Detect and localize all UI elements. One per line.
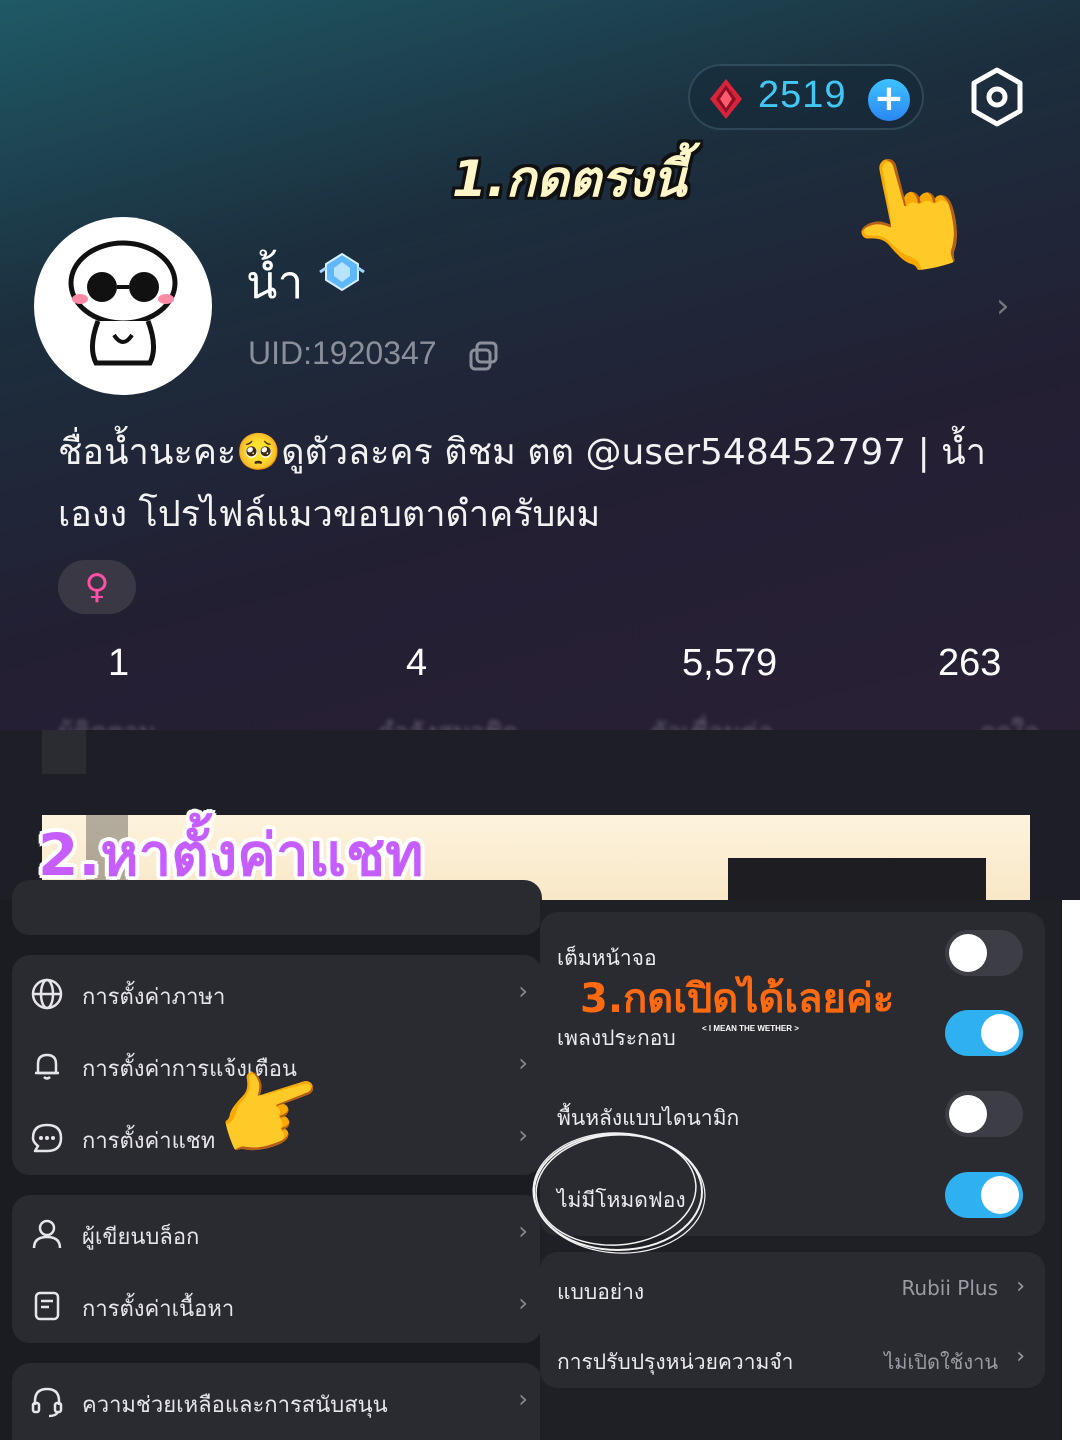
menu-label: ความช่วยเหลือและการสนับสนุน xyxy=(82,1393,388,1418)
menu-language-settings[interactable]: การตั้งค่าภาษา › xyxy=(12,959,542,1029)
chevron-right-icon: › xyxy=(518,977,528,1005)
chevron-right-icon: › xyxy=(1016,1344,1025,1369)
annotation-step-3: 3.กดเปิดได้เลยค่ะ xyxy=(580,976,895,1022)
avatar[interactable] xyxy=(34,217,212,395)
covered-block xyxy=(728,858,986,903)
stat-value-3[interactable]: 5,579 xyxy=(682,642,777,685)
headset-icon xyxy=(31,1387,63,1418)
toggle-music[interactable] xyxy=(945,1010,1023,1056)
profile-bio: ชื่อน้ำนะคะ🥺ดูตัวละคร ติชม ตต @user54845… xyxy=(58,432,986,535)
cartoon-avatar-icon xyxy=(68,240,178,366)
menu-content-settings[interactable]: การตั้งค่าเนื้อหา › xyxy=(12,1271,542,1341)
profile-header: 2519 + 1.กดตรงนี้ 👆 น้ำ UID:1920347 › ชื… xyxy=(0,0,1080,790)
profile-chevron-icon[interactable]: › xyxy=(996,286,1010,326)
hexagon-settings-icon[interactable] xyxy=(966,66,1028,128)
add-gems-button[interactable]: + xyxy=(868,79,910,121)
person-icon xyxy=(32,1219,62,1249)
diamond-gem-icon xyxy=(710,79,742,119)
toggle-knob xyxy=(981,1176,1019,1214)
chat-options-card: แบบอย่าง Rubii Plus › การปรับปรุงหน่วยคว… xyxy=(540,1252,1045,1388)
menu-label: ผู้เขียนบล็อก xyxy=(82,1225,200,1250)
gem-balance-pill[interactable]: 2519 + xyxy=(688,64,924,130)
document-icon xyxy=(34,1291,60,1321)
toggle-dynamic-background[interactable] xyxy=(945,1091,1023,1137)
gender-female-badge: ♀ xyxy=(58,560,136,614)
gem-count: 2519 xyxy=(758,74,847,116)
globe-icon xyxy=(31,978,63,1010)
toggle-knob xyxy=(949,934,987,972)
settings-card-support: ความช่วยเหลือและการสนับสนุน › xyxy=(12,1363,542,1440)
chevron-right-icon: › xyxy=(518,1385,528,1413)
option-label: แบบอย่าง xyxy=(557,1280,645,1304)
hand-drawn-circle xyxy=(532,1132,706,1254)
menu-blog-author[interactable]: ผู้เขียนบล็อก › xyxy=(12,1199,542,1269)
covered-square xyxy=(42,730,86,774)
white-edge xyxy=(1062,900,1080,1440)
settings-card-content: ผู้เขียนบล็อก › การตั้งค่าเนื้อหา › xyxy=(12,1195,542,1343)
chevron-right-icon: › xyxy=(518,1049,528,1077)
menu-label: การตั้งค่าเนื้อหา xyxy=(82,1297,235,1322)
option-value: Rubii Plus xyxy=(901,1276,998,1300)
option-value: ไม่เปิดใช้งาน xyxy=(884,1350,998,1374)
stat-value-4[interactable]: 263 xyxy=(938,642,1001,685)
stat-value-2[interactable]: 4 xyxy=(406,642,427,685)
profile-uid: UID:1920347 xyxy=(248,335,437,371)
pointing-hand-icon: 👆 xyxy=(830,136,991,291)
toggle-fullscreen[interactable] xyxy=(945,930,1023,976)
chat-bubble-icon xyxy=(31,1123,63,1153)
toggle-no-bubble-mode[interactable] xyxy=(945,1172,1023,1218)
crystal-badge-icon xyxy=(319,252,365,292)
tiny-note: < I MEAN THE WETHER > xyxy=(702,1024,799,1033)
partial-settings-card xyxy=(12,880,542,935)
annotation-step-1: 1.กดตรงนี้ xyxy=(452,150,687,208)
toggle-knob xyxy=(949,1095,987,1133)
copy-icon[interactable] xyxy=(468,340,500,372)
option-label: การปรับปรุงหน่วยความจำ xyxy=(557,1350,794,1374)
bell-icon xyxy=(35,1053,59,1080)
menu-label: การตั้งค่าแชท xyxy=(82,1129,216,1154)
chevron-right-icon: › xyxy=(1016,1274,1025,1299)
chevron-right-icon: › xyxy=(518,1289,528,1317)
toggle-knob xyxy=(981,1014,1019,1052)
menu-help-support[interactable]: ความช่วยเหลือและการสนับสนุน › xyxy=(12,1367,542,1437)
stat-value-1[interactable]: 1 xyxy=(108,642,129,685)
menu-label: การตั้งค่าภาษา xyxy=(82,985,226,1010)
profile-name: น้ำ xyxy=(246,255,304,309)
